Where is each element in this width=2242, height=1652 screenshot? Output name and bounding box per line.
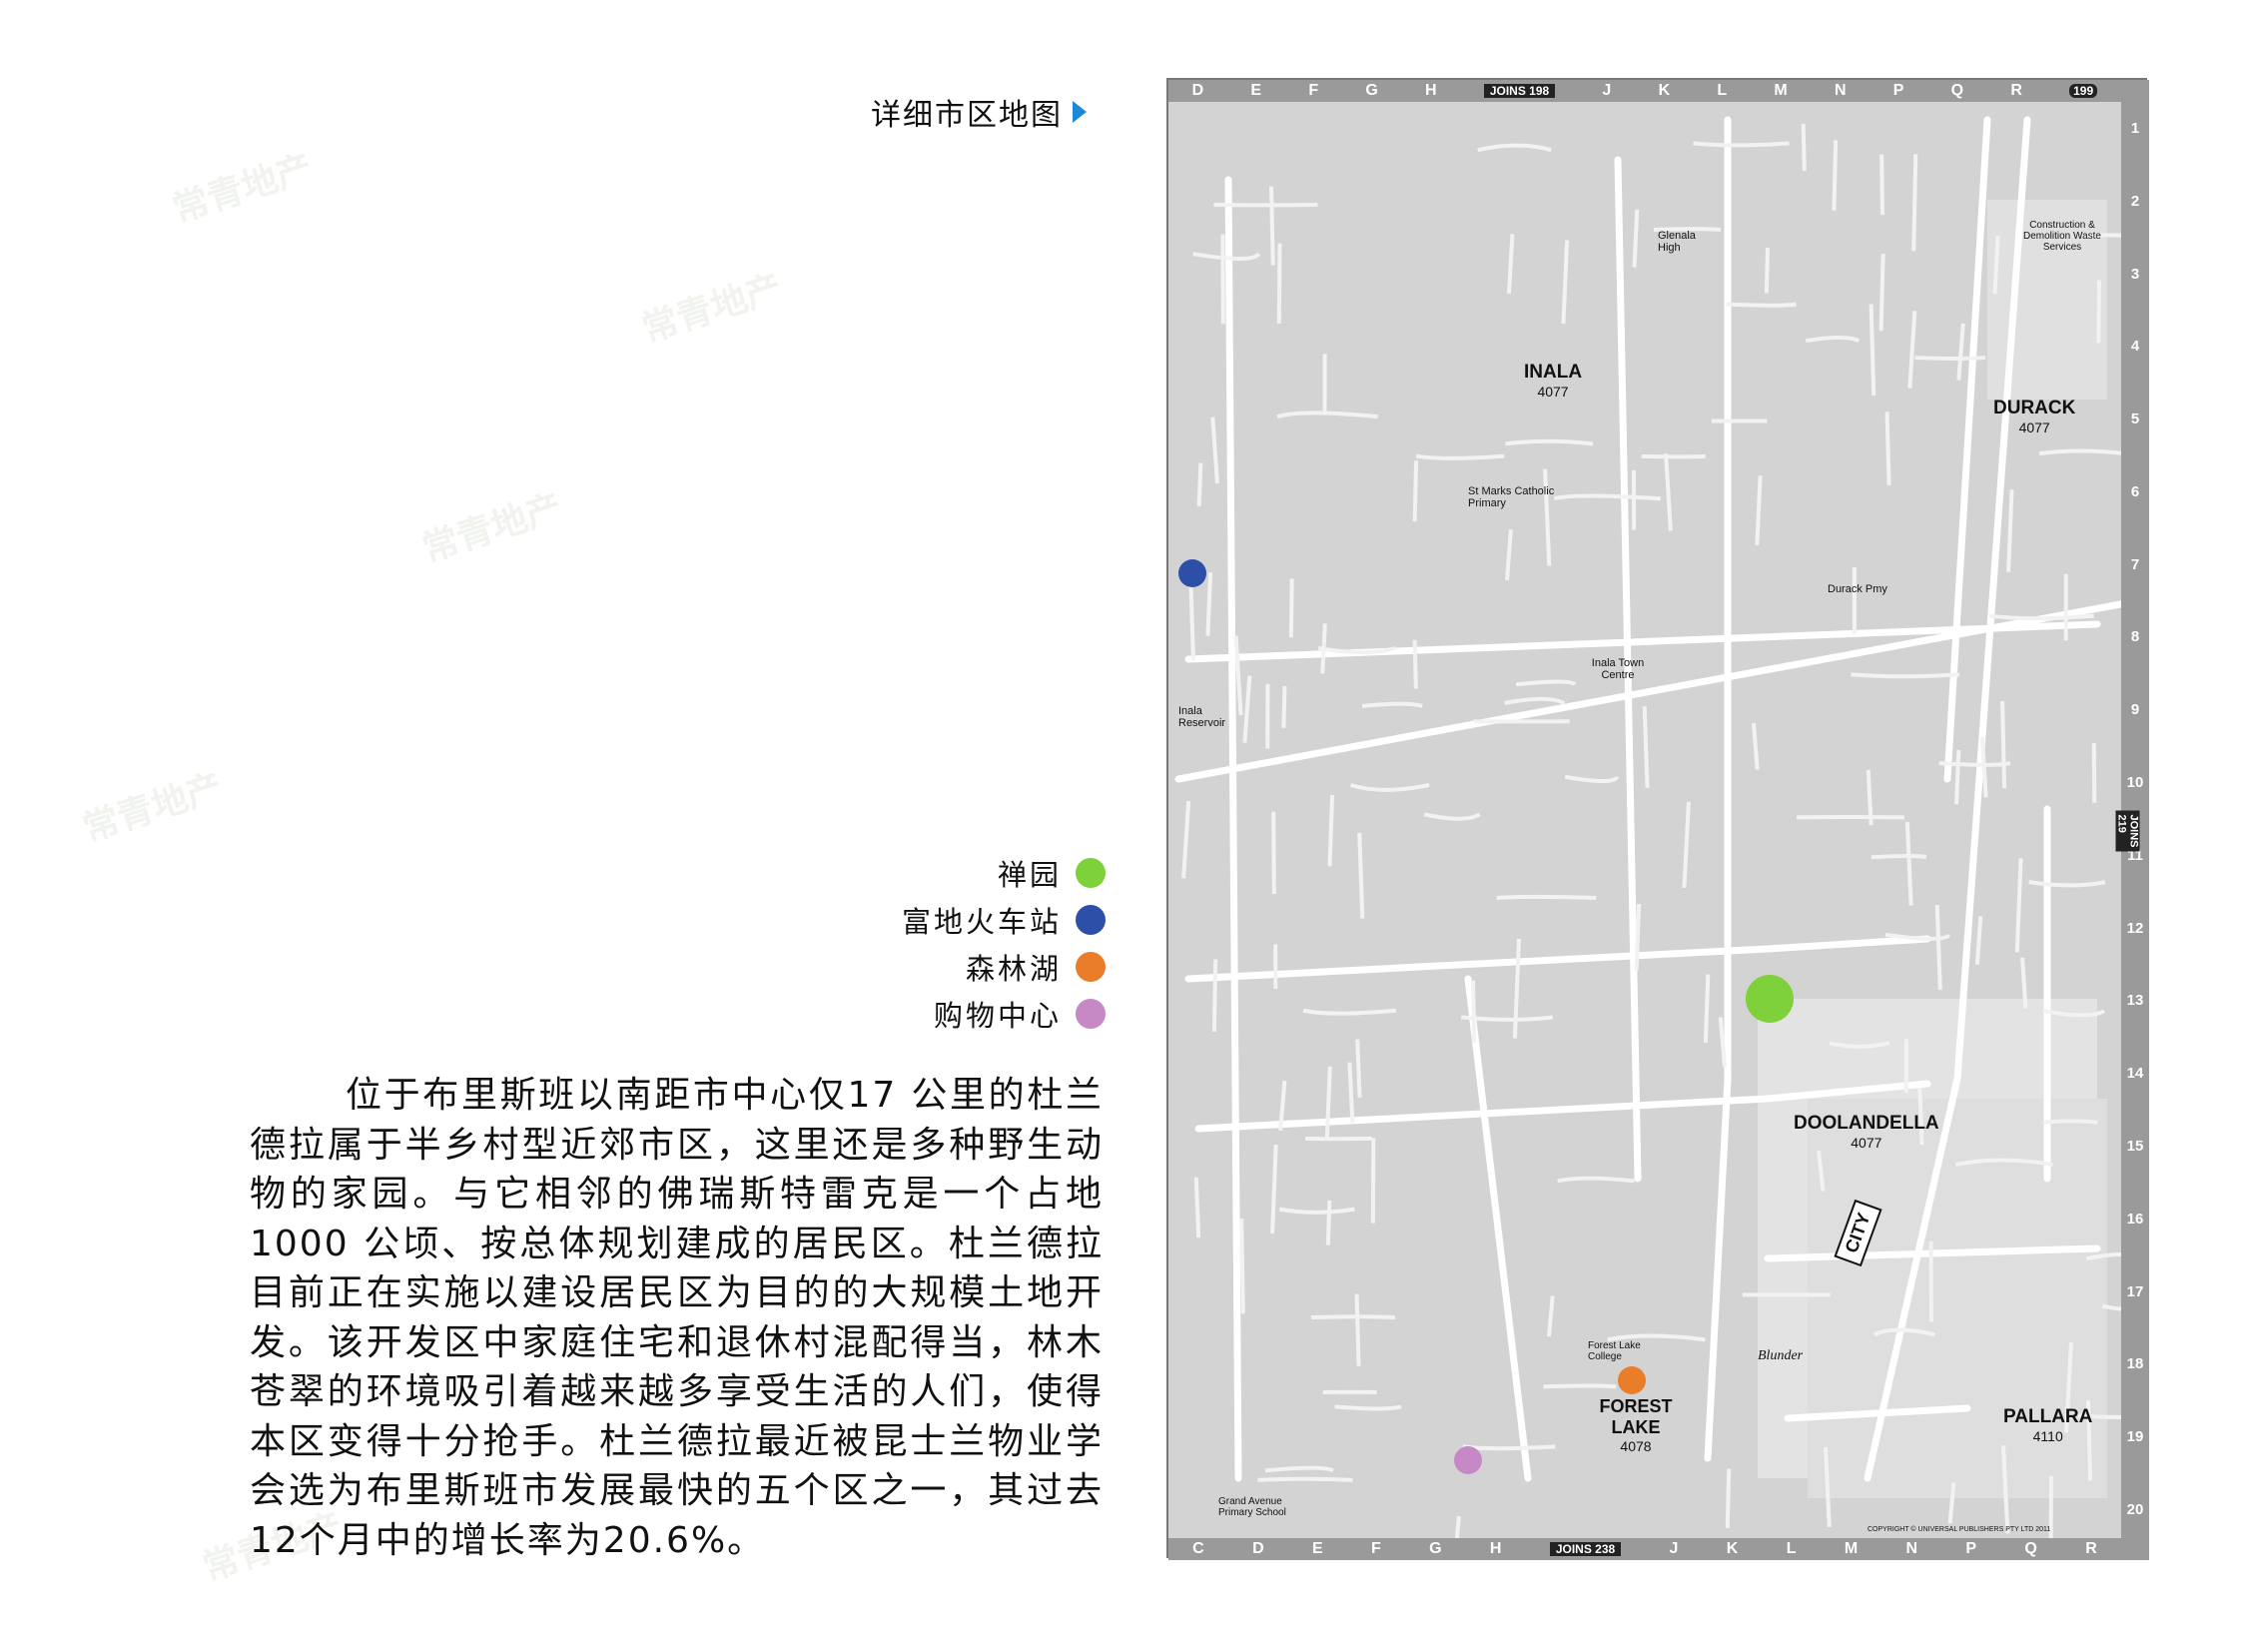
zen-garden-marker[interactable] (1746, 975, 1794, 1023)
joins-right: JOINS 219 (2115, 810, 2140, 852)
place-label: Forest Lake College (1588, 1340, 1641, 1362)
legend-item: 森林湖 (902, 943, 1106, 990)
place-label: Glenala High (1658, 230, 1696, 254)
legend-label: 禅园 (997, 857, 1062, 892)
shopping-centre-marker[interactable] (1454, 1446, 1482, 1474)
forest-lake-marker[interactable] (1618, 1366, 1646, 1394)
legend-dot (1076, 857, 1106, 888)
legend-dot (1076, 904, 1106, 935)
place-label: Grand Avenue Primary School (1218, 1496, 1286, 1518)
map-graphic (1168, 80, 2149, 1560)
place-label: St Marks Catholic Primary (1468, 485, 1555, 509)
suburb-label: DOOLANDELLA 4077 (1794, 1113, 1939, 1151)
suburb-label: DURACK 4077 (1993, 398, 2076, 435)
legend-item: 购物中心 (902, 990, 1106, 1037)
title-text: 详细市区地图 (871, 98, 1063, 133)
place-label: Construction & Demolition Waste Services (2023, 220, 2101, 253)
grid-columns-bottom: CDEFGH JOINS 238 JKLMNPQR (1192, 1540, 2097, 1557)
description-paragraph: 位于布里斯班以南距市中心仅17 公里的杜兰德拉属于半乡村型近郊市区，这里还是多种… (250, 1075, 1104, 1561)
train-station-marker[interactable] (1178, 559, 1206, 587)
joins-bottom: JOINS 238 (1549, 1542, 1622, 1556)
legend-label: 富地火车站 (901, 904, 1062, 939)
play-arrow-icon (1073, 101, 1087, 123)
legend-dot (1076, 951, 1106, 982)
watermark: 常青地产 (78, 766, 228, 851)
grid-columns-top: DEFGH JOINS 198 JKLMNPQR 199 (1168, 80, 2121, 102)
map-title: 详细市区地图 (871, 90, 1087, 134)
suburb-label: FOREST LAKE 4078 (1599, 1396, 1673, 1454)
place-label: Blunder (1758, 1348, 1804, 1363)
suburb-label: PALLARA 4110 (2003, 1406, 2093, 1444)
copyright: COPYRIGHT © UNIVERSAL PUBLISHERS PTY LTD… (1868, 1526, 2051, 1533)
place-label: Inala Town Centre (1591, 657, 1645, 681)
joins-top: JOINS 198 (1483, 84, 1556, 98)
page-number-badge: 199 (2069, 84, 2098, 98)
legend-dot (1076, 998, 1106, 1029)
place-label: Inala Reservoir (1178, 705, 1226, 729)
watermark: 常青地产 (637, 267, 787, 352)
watermark: 常青地产 (168, 147, 318, 232)
legend-label: 购物中心 (933, 998, 1062, 1033)
watermark: 常青地产 (417, 486, 567, 571)
street-map[interactable]: INALA 4077 DURACK 4077 DOOLANDELLA 4077 FOR… (1166, 78, 2149, 1560)
legend-item: 富地火车站 (902, 896, 1106, 943)
legend-item: 禅园 (902, 849, 1106, 896)
legend-label: 森林湖 (965, 951, 1062, 986)
legend: 禅园 富地火车站 森林湖 购物中心 (902, 849, 1106, 1037)
place-label: Durack Pmy (1828, 583, 1887, 595)
suburb-label: INALA 4077 (1524, 362, 1583, 400)
